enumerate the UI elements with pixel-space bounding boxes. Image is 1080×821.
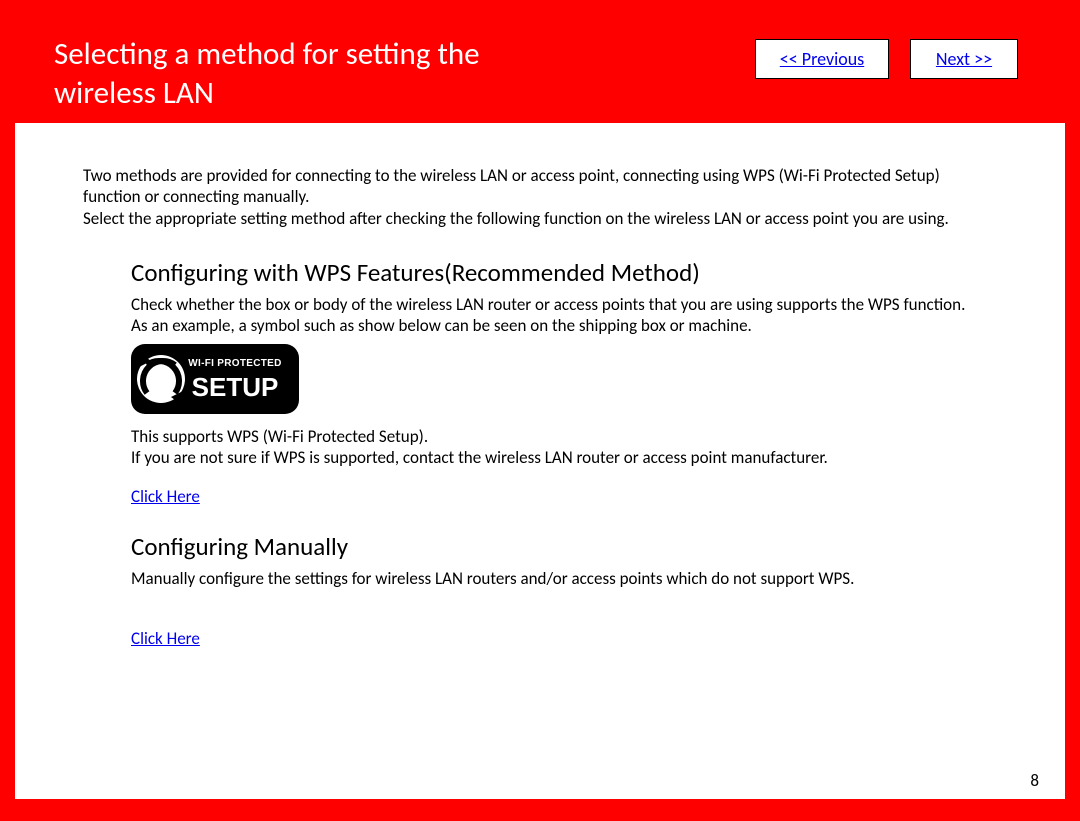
content-area: Two methods are provided for connecting … <box>15 123 1065 649</box>
wps-p3: This supports WPS (Wi-Fi Protected Setup… <box>131 426 987 447</box>
wps-heading: Configuring with WPS Features(Recommende… <box>131 257 987 288</box>
manual-heading: Configuring Manually <box>131 531 987 562</box>
manual-click-here-link[interactable]: Click Here <box>131 628 200 649</box>
header-bar: Selecting a method for setting the wirel… <box>15 11 1065 123</box>
wps-p2: As an example, a symbol such as show bel… <box>131 315 987 336</box>
intro-p2: Select the appropriate setting method af… <box>83 208 997 229</box>
manual-section: Configuring Manually Manually configure … <box>131 531 987 649</box>
intro-text: Two methods are provided for connecting … <box>83 165 997 229</box>
document-page: Selecting a method for setting the wirel… <box>15 11 1065 799</box>
wps-logo-bottom-text: SETUP <box>192 372 279 402</box>
previous-button[interactable]: << Previous <box>755 39 889 79</box>
page-title: Selecting a method for setting the wirel… <box>54 35 574 113</box>
wps-logo-top-text: WI-FI PROTECTED <box>188 358 281 369</box>
wps-section: Configuring with WPS Features(Recommende… <box>131 257 987 508</box>
intro-p1: Two methods are provided for connecting … <box>83 165 997 208</box>
wps-click-here-link[interactable]: Click Here <box>131 486 200 507</box>
manual-p1: Manually configure the settings for wire… <box>131 568 987 589</box>
page-number: 8 <box>1030 770 1039 791</box>
next-button[interactable]: Next >> <box>910 39 1018 79</box>
wps-p4: If you are not sure if WPS is supported,… <box>131 447 987 468</box>
wps-body: Check whether the box or body of the wir… <box>131 294 987 508</box>
manual-body: Manually configure the settings for wire… <box>131 568 987 649</box>
wps-logo: WI-FI PROTECTED SETUP <box>131 344 987 419</box>
wps-p1: Check whether the box or body of the wir… <box>131 294 987 315</box>
